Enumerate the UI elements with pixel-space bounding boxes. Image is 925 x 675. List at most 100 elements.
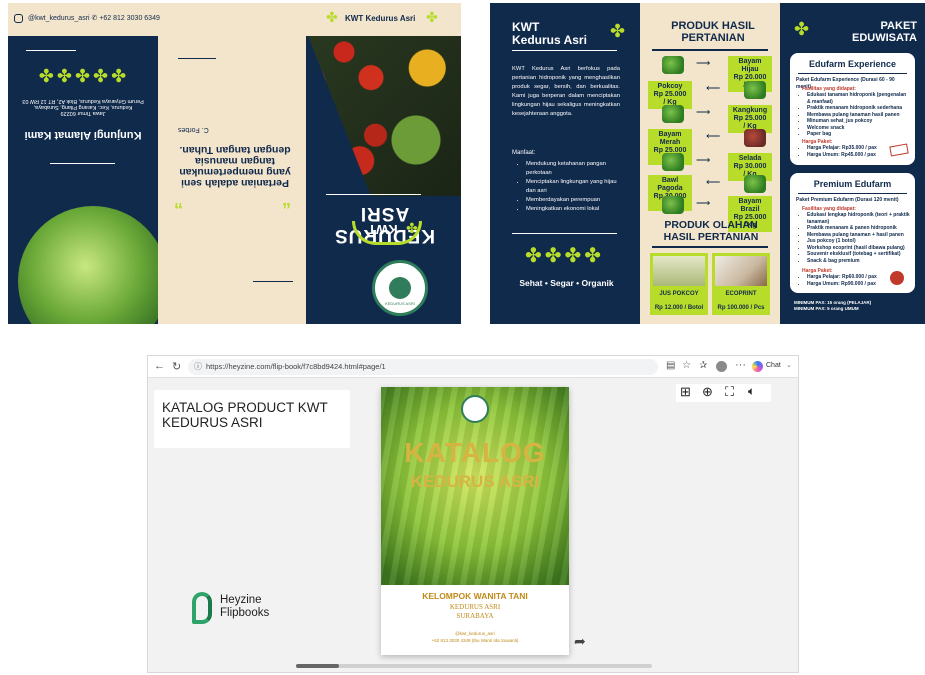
vegetable-photo	[744, 129, 766, 147]
product-row: Bayam MerahRp 25.000 / Kg ⟵	[648, 127, 772, 166]
facilities-list: Edukasi lengkap hidroponik (teori + prak…	[802, 212, 910, 264]
inside-description: KWT Kedurus Asri berfokus pada pertanian…	[512, 66, 620, 117]
flipbook-cover[interactable]: KATALOG KEDURUS ASRI KELOMPOK WANITA TAN…	[381, 387, 569, 655]
price-item: Harga Pelajar: Rp60.000 / pax	[807, 274, 882, 281]
divider	[798, 73, 907, 74]
viewer-controls: ⊞ ⊕ ⛶ 🔈︎	[676, 384, 771, 402]
divider	[652, 246, 768, 248]
facility-item: Paper bag	[807, 131, 910, 138]
outside-cover-panel: KEDURUS ASRI KWT ✤ KEDURUS ASRI	[306, 36, 461, 324]
grid-view-icon[interactable]: ⊞	[680, 384, 691, 400]
inside-middle-panel: PRODUK HASIL PERTANIAN ⟶ Bayam Hijau Rp 2…	[640, 3, 780, 324]
more-menu-icon[interactable]: ···	[735, 359, 746, 371]
divider	[178, 58, 216, 59]
vegetable-photo	[662, 196, 684, 214]
browser-toolbar: ← ↻ ⓘ https://heyzine.com/flip-book/f7c8…	[148, 356, 798, 378]
product-row: ⟶ Kangkung Rp 25.000 / Kg	[648, 103, 772, 134]
pax-footer: MINIMUM PAX: 15 orang (PELAJAR) MINIMUM …	[794, 300, 919, 313]
url-text[interactable]: https://heyzine.com/flip-book/f7c8bd9424…	[206, 362, 386, 371]
heyzine-brand[interactable]: Heyzine Flipbooks	[220, 594, 269, 620]
quote-mark-icon: “	[174, 200, 183, 220]
divider	[652, 49, 768, 51]
product-name: Bayam Merah	[658, 131, 682, 147]
back-arrow-icon[interactable]: ←	[154, 360, 165, 372]
stamp-icon	[889, 143, 909, 157]
pax-note: MINIMUM PAX: 5 orang UMUM	[794, 306, 859, 312]
catalog-title: KATALOG PRODUCT KWT KEDURUS ASRI	[162, 400, 328, 431]
instagram-icon	[14, 14, 23, 23]
benefit-item: Meningkatkan ekonomi lokal	[526, 205, 622, 214]
quote-text: Pertanian adalah seni yang mempertemukan…	[179, 144, 291, 190]
favorite-star-icon[interactable]: ☆	[682, 360, 691, 371]
package-title: Premium Edufarm	[813, 179, 892, 189]
chat-button[interactable]: Chat	[766, 362, 781, 369]
catalog-title-card: KATALOG PRODUCT KWT KEDURUS ASRI	[154, 390, 350, 448]
price-list: Harga Pelajar: Rp35.000 / pax Harga Umum…	[802, 145, 882, 158]
title-line: PAKET	[880, 20, 917, 32]
browser-window: ← ↻ ⓘ https://heyzine.com/flip-book/f7c8…	[147, 355, 799, 673]
ecoprint-photo	[715, 256, 767, 286]
cover-info-panel: KELOMPOK WANITA TANI KEDURUS ASRI SURABA…	[381, 585, 569, 655]
site-info-icon[interactable]: ⓘ	[194, 361, 202, 372]
divider	[512, 50, 617, 51]
address-line: Kedurus, Kec. Karang Pilang, Surabaya,	[33, 104, 133, 110]
product-name: Bayam Brazil	[738, 198, 762, 214]
product-row: ⟶ SeladaRp 30.000 / Kg	[648, 151, 772, 182]
jus-pokcoy-photo	[653, 256, 705, 286]
favorites-icon[interactable]: ✰	[699, 360, 707, 371]
arrow-left-icon: ⟵	[706, 177, 721, 188]
arrow-left-icon: ⟵	[706, 131, 721, 142]
kwt-seal-logo: KEDURUS ASRI	[372, 260, 428, 316]
product-name: Selada	[738, 155, 762, 162]
cover-title-line: KEDURUS ASRI	[410, 472, 540, 491]
processed-name: JUS POKCOY	[659, 291, 699, 297]
inside-left-title: KWT Kedurus Asri	[512, 20, 587, 48]
address-line: Jawa Timur 60229	[60, 110, 106, 116]
cover-logo	[461, 395, 489, 423]
divider	[798, 193, 907, 194]
product-name: Bayam Hijau	[738, 58, 762, 74]
product-name: Pokcoy	[657, 83, 683, 90]
zoom-in-icon[interactable]: ⊕	[702, 384, 713, 400]
divider	[26, 50, 76, 51]
fullscreen-icon[interactable]: ⛶	[725, 384, 734, 400]
vegetable-photo	[662, 56, 684, 74]
vegetable-photo	[744, 175, 766, 193]
quote-author: C. Forbes	[178, 126, 209, 133]
clover-row: ✤✤✤✤	[524, 245, 605, 267]
cover-group: KELOMPOK WANITA TANI	[422, 591, 528, 601]
scrollbar-thumb[interactable]	[296, 664, 339, 668]
brand-line: Flipbooks	[220, 607, 270, 620]
arrow-right-icon: ⟶	[696, 107, 711, 118]
eduwisata-title: PAKET EDUWISATA	[820, 20, 917, 44]
chevron-down-icon[interactable]: ⌄	[786, 361, 792, 369]
benefit-item: Menciptakan lingkungan yang hijau dan as…	[526, 178, 622, 196]
reader-view-icon[interactable]: ▤	[666, 360, 675, 371]
cover-name: KEDURUS ASRI	[449, 603, 501, 611]
outside-brand: KWT Kedurus Asri	[345, 14, 416, 23]
product-row: ⟶ Bayam Brazil Rp 25.000 / Kg	[648, 194, 772, 233]
facility-item: Snack & bag premium	[807, 258, 910, 265]
profile-avatar[interactable]	[716, 361, 727, 372]
outside-left-panel: ✤✤✤✤✤ Jawa Timur 60229 Kedurus, Kec. Kar…	[8, 36, 168, 324]
clover-icon: ✤	[406, 220, 418, 236]
benefits-title: Manfaat:	[512, 150, 536, 156]
divider	[50, 163, 115, 164]
reload-icon[interactable]: ↻	[172, 360, 181, 373]
badge-icon	[890, 271, 904, 285]
title-line: Kedurus Asri	[512, 33, 587, 48]
sound-icon[interactable]: 🔈︎	[748, 384, 755, 399]
address-bar[interactable]: ⓘ https://heyzine.com/flip-book/f7c8bd94…	[188, 359, 658, 375]
divider	[253, 281, 293, 282]
heyzine-logo-icon[interactable]	[192, 592, 212, 624]
copilot-icon[interactable]	[752, 361, 763, 372]
package-card: Premium Edufarm Paket Premium Edufarm (D…	[790, 173, 915, 293]
products-title: PRODUK HASIL PERTANIAN	[671, 20, 755, 45]
page-scrollbar[interactable]	[296, 664, 652, 668]
share-icon[interactable]: ➦	[574, 633, 586, 650]
cover-contact: @kwt_kedurus_asri	[455, 631, 495, 636]
cover-contact: +62 813 3030 4349 (Ibu Wanti Ida Suwanti…	[431, 638, 519, 643]
processed-item: ECOPRINT Rp 100.000 / Pcs	[712, 253, 770, 315]
processed-price: Rp 100.000 / Pcs	[717, 305, 765, 311]
outside-top-bar: @kwt_kedurus_asri ✆ +62 812 3030 6349 ✤ …	[8, 3, 461, 36]
